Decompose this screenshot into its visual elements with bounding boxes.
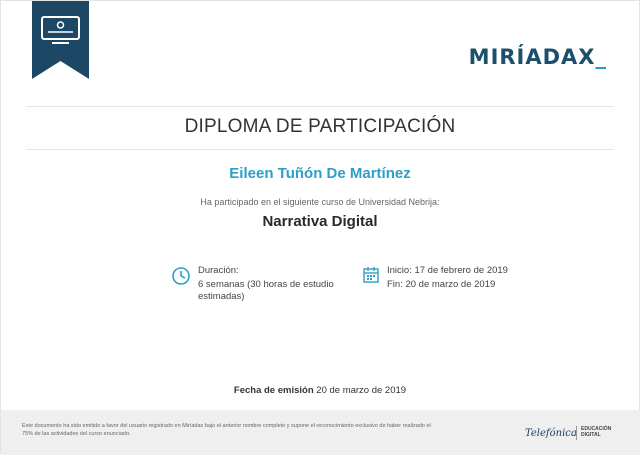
issue-date: Fecha de emisión 20 de marzo de 2019 bbox=[1, 385, 639, 396]
header-divider bbox=[26, 106, 614, 107]
telefonica-logo: Telefónica bbox=[525, 428, 577, 439]
educacion-digital-logo: EDUCACIÓN DIGITAL bbox=[581, 426, 612, 438]
recipient-name: Eileen Tuñón De Martínez bbox=[229, 165, 411, 182]
footer: Este documento ha sido emitido a favor d… bbox=[1, 410, 640, 455]
issue-label: Fecha de emisión bbox=[233, 385, 314, 396]
issue-value: 20 de marzo de 2019 bbox=[316, 385, 407, 396]
diploma-page: MIRÍADAX_ DIPLOMA DE PARTICIPACIÓN Eilee… bbox=[0, 0, 640, 455]
ribbon-badge bbox=[32, 1, 89, 79]
course-name: Narrativa Digital bbox=[262, 213, 378, 230]
start-date: Inicio: 17 de febrero de 2019 bbox=[387, 265, 508, 276]
duration-label: Duración: bbox=[198, 265, 239, 276]
course-intro: Ha participado en el siguiente curso de … bbox=[200, 197, 440, 207]
diploma-title: DIPLOMA DE PARTICIPACIÓN bbox=[184, 116, 456, 137]
monitor-certificate-icon bbox=[32, 1, 89, 79]
calendar-icon bbox=[362, 266, 380, 289]
end-date: Fin: 20 de marzo de 2019 bbox=[387, 279, 496, 290]
duration-value: 6 semanas (30 horas de estudio estimadas… bbox=[198, 279, 334, 302]
miriadax-logo: MIRÍADAX_ bbox=[468, 45, 607, 69]
legal-text: Este documento ha sido emitido a favor d… bbox=[22, 423, 431, 437]
clock-icon bbox=[171, 266, 191, 291]
footer-separator bbox=[576, 426, 577, 440]
title-divider bbox=[26, 149, 614, 150]
